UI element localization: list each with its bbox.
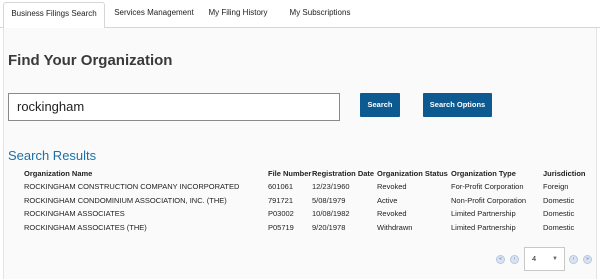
registration-date: 9/20/1978 bbox=[312, 223, 346, 232]
organization-type: Limited Partnership bbox=[451, 209, 516, 218]
column-header-file-number[interactable]: File Number bbox=[268, 169, 311, 178]
organization-status: Active bbox=[377, 196, 398, 205]
file-number: 791721 bbox=[268, 196, 294, 205]
file-number: P03002 bbox=[268, 209, 294, 218]
registration-date: 5/08/1979 bbox=[312, 196, 346, 205]
page-title: Find Your Organization bbox=[8, 52, 173, 69]
tab-my-filing-history[interactable]: My Filing History bbox=[198, 2, 278, 28]
page-select[interactable]: 4 ▼ bbox=[524, 247, 565, 271]
tab-services-management[interactable]: Services Management bbox=[110, 2, 198, 28]
jurisdiction: Domestic bbox=[543, 196, 575, 205]
search-options-button[interactable]: Search Options bbox=[423, 93, 492, 117]
column-header-registration-date[interactable]: Registration Date bbox=[312, 169, 374, 178]
results-title: Search Results bbox=[8, 148, 97, 163]
jurisdiction: Domestic bbox=[543, 223, 575, 232]
previous-page-button[interactable]: ‹ bbox=[510, 255, 519, 264]
file-number: P05719 bbox=[268, 223, 294, 232]
organization-status: Revoked bbox=[377, 182, 407, 191]
tab-my-subscriptions[interactable]: My Subscriptions bbox=[280, 2, 360, 28]
first-page-button[interactable]: « bbox=[496, 255, 505, 264]
column-header-organization-type[interactable]: Organization Type bbox=[451, 169, 516, 178]
file-number: 601061 bbox=[268, 182, 294, 191]
search-button[interactable]: Search bbox=[360, 93, 400, 117]
search-input[interactable]: rockingham bbox=[8, 93, 340, 121]
organization-name[interactable]: ROCKINGHAM ASSOCIATES (THE) bbox=[24, 223, 147, 232]
jurisdiction: Domestic bbox=[543, 209, 575, 218]
column-header-organization-name[interactable]: Organization Name bbox=[24, 169, 92, 178]
page-select-value: 4 bbox=[532, 254, 537, 263]
registration-date: 12/23/1960 bbox=[312, 182, 350, 191]
organization-type: For-Profit Corporation bbox=[451, 182, 524, 191]
tab-business-filings-search[interactable]: Business Filings Search bbox=[3, 2, 105, 29]
organization-name[interactable]: ROCKINGHAM ASSOCIATES bbox=[24, 209, 125, 218]
column-header-organization-status[interactable]: Organization Status bbox=[377, 169, 448, 178]
tab-bar: Business Filings Search Services Managem… bbox=[0, 0, 600, 29]
organization-type: Non-Profit Corporation bbox=[451, 196, 527, 205]
chevron-down-icon: ▼ bbox=[552, 256, 558, 262]
registration-date: 10/08/1982 bbox=[312, 209, 350, 218]
jurisdiction: Foreign bbox=[543, 182, 569, 191]
organization-status: Revoked bbox=[377, 209, 407, 218]
column-header-jurisdiction[interactable]: Jurisdiction bbox=[543, 169, 586, 178]
next-page-button[interactable]: › bbox=[569, 255, 578, 264]
organization-name[interactable]: ROCKINGHAM CONDOMINIUM ASSOCIATION, INC.… bbox=[24, 196, 227, 205]
organization-type: Limited Partnership bbox=[451, 223, 516, 232]
organization-name[interactable]: ROCKINGHAM CONSTRUCTION COMPANY INCORPOR… bbox=[24, 182, 239, 191]
organization-status: Withdrawn bbox=[377, 223, 413, 232]
last-page-button[interactable]: » bbox=[583, 255, 592, 264]
